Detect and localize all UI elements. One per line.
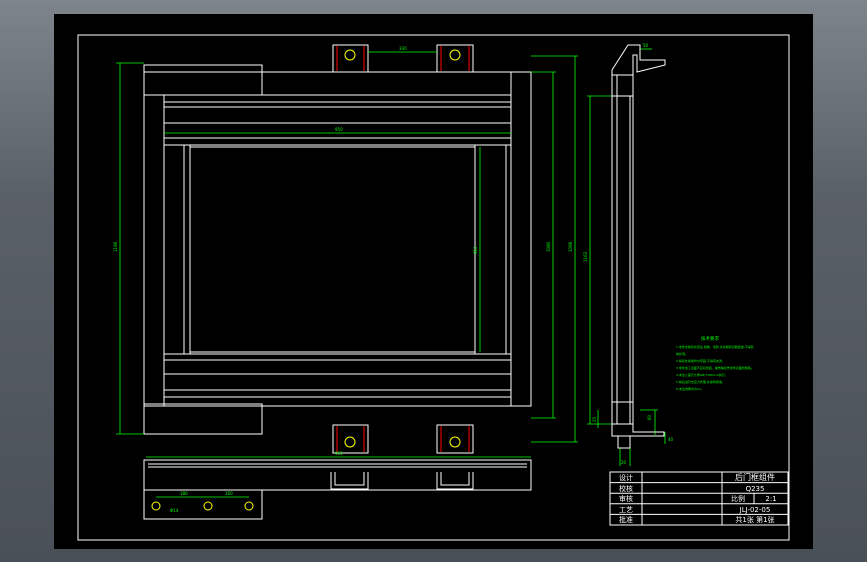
dim-side-c: 25: [592, 416, 597, 422]
dim-side-d: 20: [621, 460, 627, 465]
title-row-label: 校核: [619, 484, 633, 493]
scale-label: 比例: [731, 494, 745, 503]
sheet-info: 共1张 第1张: [735, 515, 774, 524]
dim-right-1: 1080: [546, 241, 551, 252]
dim-side-height: 1163: [583, 251, 588, 262]
note-line: 3.零件加工表面不应有划痕、擦伤等损伤零件表面的缺陷。: [676, 365, 754, 370]
dim-side-b: 40: [668, 437, 674, 442]
note-line: 4.未注公差尺寸按GB/T1804-m执行。: [676, 372, 728, 377]
dim-pitch-2: 160: [225, 491, 233, 496]
dim-top-gap: 330: [399, 46, 407, 51]
dim-overall-height: 1196: [113, 241, 118, 252]
note-line: 5.焊后进行去应力处理,并涂防锈漆。: [676, 379, 725, 384]
dim-side-a: 60: [647, 414, 652, 420]
notes-title: 技术要求: [701, 335, 719, 342]
drawing-sheet: [54, 14, 813, 549]
part-name: 后门框组件: [735, 472, 775, 482]
title-row-label: 设计: [619, 473, 633, 482]
title-row-label: 审核: [619, 494, 633, 503]
cad-drawing-canvas[interactable]: 1196 950 910 1080 1096 330 950 1163 50 6…: [0, 0, 867, 562]
dim-overall-width: 950: [335, 127, 343, 132]
dim-pitch-1: 180: [180, 491, 188, 496]
note-line: 6.未注倒角均为C1。: [676, 386, 704, 391]
dim-side-top: 50: [643, 43, 649, 48]
dim-right-2: 1096: [568, 241, 573, 252]
title-row-label: 工艺: [619, 506, 633, 514]
note-line: 1.零件去除氧化皮后,锐角、毛刺,允许留有切削痕迹,不得影: [676, 344, 754, 349]
note-line: 响外观。: [676, 351, 688, 356]
dim-inner-height: 910: [473, 246, 478, 254]
title-row-label: 批准: [619, 515, 633, 524]
drawing-number: JLJ-02-05: [739, 506, 771, 514]
dim-bottom-strip: 950: [335, 451, 343, 456]
scale-value: 2:1: [765, 495, 776, 503]
note-line: 2.焊接处焊缝均匀牢固,不得有夹渣。: [676, 358, 725, 363]
dim-hole-dia: Φ14: [170, 508, 179, 513]
material: Q235: [746, 485, 765, 493]
